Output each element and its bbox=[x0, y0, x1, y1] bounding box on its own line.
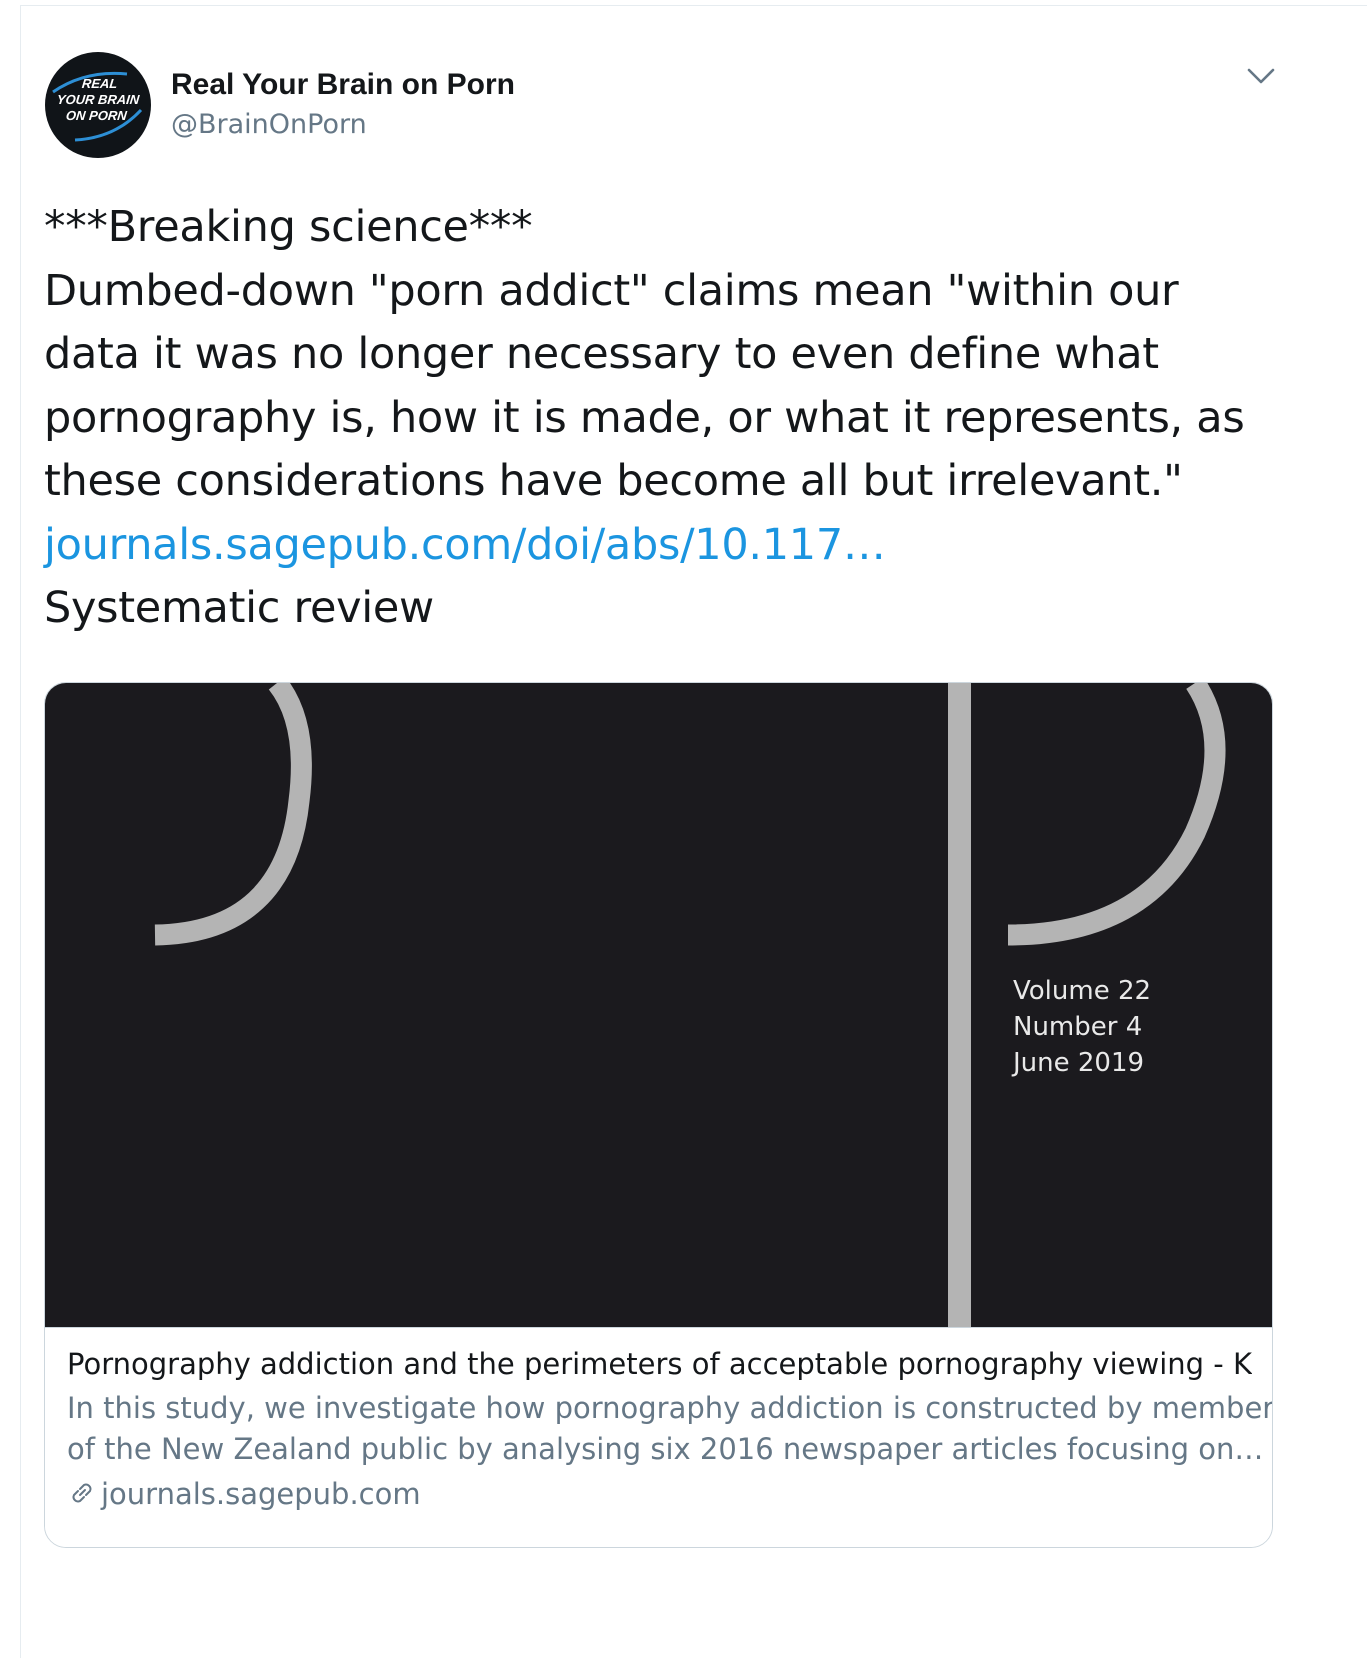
cover-date: June 2019 bbox=[1013, 1048, 1145, 1078]
cover-issue-info: Volume 22 Number 4 June 2019 bbox=[1013, 973, 1151, 1081]
tweet-text-line: ***Breaking science*** bbox=[44, 202, 533, 252]
tweet-text-line: data it was no longer necessary to even … bbox=[44, 329, 1159, 379]
cover-volume: Volume 22 bbox=[1013, 976, 1152, 1006]
cover-number: Number 4 bbox=[1013, 1012, 1143, 1042]
more-options-button[interactable] bbox=[1243, 62, 1279, 92]
tweet-text: ***Breaking science*** Dumbed-down "porn… bbox=[44, 196, 1344, 641]
card-title: Pornography addiction and the perimeters… bbox=[67, 1347, 1252, 1381]
card-image[interactable]: Volume 22 Number 4 June 2019 bbox=[45, 683, 1272, 1327]
card-description: In this study, we investigate how pornog… bbox=[67, 1391, 1273, 1466]
user-handle[interactable]: @BrainOnPorn bbox=[171, 109, 367, 140]
tweet: REAL YOUR BRAIN ON PORN Real Your Brain … bbox=[20, 5, 1367, 1658]
card-domain: journals.sagepub.com bbox=[67, 1472, 1252, 1516]
tweet-text-line: these considerations have become all but… bbox=[44, 456, 1183, 506]
link-icon bbox=[72, 1483, 92, 1503]
tweet-text-line: Systematic review bbox=[44, 583, 434, 633]
avatar[interactable]: REAL YOUR BRAIN ON PORN bbox=[45, 52, 151, 158]
avatar-logo-text: REAL YOUR BRAIN ON PORN bbox=[56, 76, 141, 123]
chevron-down-icon bbox=[1247, 68, 1275, 84]
link-preview-card[interactable]: Volume 22 Number 4 June 2019 Pornography… bbox=[44, 682, 1273, 1548]
tweet-link[interactable]: journals.sagepub.com/doi/abs/10.117… bbox=[44, 520, 886, 570]
tweet-text-line: pornography is, how it is made, or what … bbox=[44, 392, 1245, 443]
card-body[interactable]: Pornography addiction and the perimeters… bbox=[45, 1327, 1273, 1547]
display-name[interactable]: Real Your Brain on Porn bbox=[171, 68, 515, 102]
card-domain-text: journals.sagepub.com bbox=[101, 1477, 421, 1511]
tweet-text-line: Dumbed-down "porn addict" claims mean "w… bbox=[44, 265, 1179, 316]
